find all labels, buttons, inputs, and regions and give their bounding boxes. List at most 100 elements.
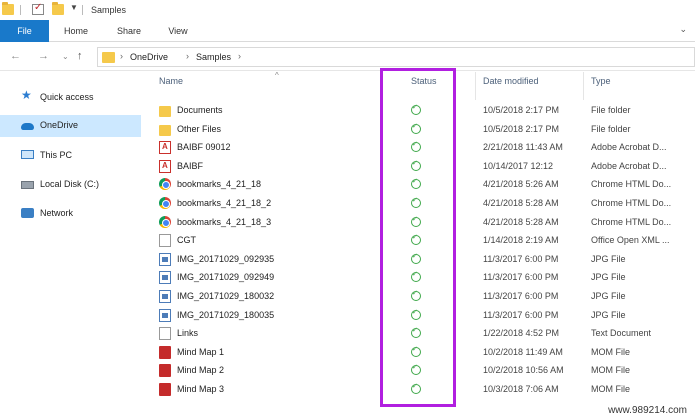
file-type: File folder bbox=[591, 123, 631, 134]
window-title: Samples bbox=[91, 5, 127, 15]
file-name: IMG_20171029_180032 bbox=[177, 291, 275, 301]
up-icon[interactable]: ↑ bbox=[77, 50, 83, 62]
column-header-name[interactable]: Name bbox=[159, 76, 183, 86]
file-type: File folder bbox=[591, 105, 631, 115]
chrome-icon bbox=[159, 197, 171, 209]
file-type: JPG File bbox=[591, 272, 626, 283]
file-type: MOM File bbox=[591, 384, 630, 394]
file-name: IMG_20171029_092949 bbox=[177, 272, 275, 283]
separator bbox=[82, 5, 83, 15]
sidebar-item-label: Network bbox=[40, 208, 74, 218]
chevron-right-icon[interactable]: › bbox=[120, 51, 123, 61]
file-name: Mind Map 1 bbox=[177, 346, 225, 357]
status-column-highlight bbox=[380, 68, 456, 407]
pdf-icon bbox=[159, 159, 171, 173]
file-date-modified: 11/3/2017 6:00 PM bbox=[483, 291, 559, 301]
sidebar-item-label: OneDrive bbox=[40, 120, 79, 130]
tab-home[interactable]: Home bbox=[55, 20, 97, 42]
sidebar-item-label: Local Disk (C:) bbox=[40, 179, 100, 189]
address-bar: ← → ⌄ ↑ › OneDrive › Samples › bbox=[0, 43, 695, 71]
file-type: MOM File bbox=[591, 346, 630, 357]
file-type: Chrome HTML Do... bbox=[591, 198, 672, 208]
folder-icon bbox=[159, 124, 171, 136]
file-name: BAIBF bbox=[177, 160, 204, 171]
chevron-right-icon[interactable]: › bbox=[238, 51, 241, 61]
chrome-icon bbox=[159, 215, 171, 228]
file-date-modified: 4/21/2018 5:26 AM bbox=[483, 179, 559, 190]
folder-icon bbox=[102, 52, 115, 63]
file-name: bookmarks_4_21_18_3 bbox=[177, 216, 272, 227]
chevron-right-icon[interactable]: › bbox=[186, 51, 189, 61]
file-date-modified: 10/5/2018 2:17 PM bbox=[483, 105, 560, 115]
file-date-modified: 4/21/2018 5:28 AM bbox=[483, 216, 559, 227]
file-name: Mind Map 3 bbox=[177, 384, 225, 394]
file-name: BAIBF 09012 bbox=[177, 142, 231, 153]
file-name: IMG_20171029_180035 bbox=[177, 309, 275, 320]
file-name: Documents bbox=[177, 105, 223, 115]
recent-locations-icon[interactable]: ⌄ bbox=[62, 52, 69, 61]
forward-icon[interactable]: → bbox=[38, 50, 49, 62]
image-icon bbox=[159, 252, 171, 266]
back-icon[interactable]: ← bbox=[10, 50, 21, 62]
folder-icon bbox=[159, 106, 171, 117]
file-type: Office Open XML ... bbox=[591, 235, 670, 246]
sidebar-item-onedrive[interactable]: OneDrive bbox=[0, 115, 141, 137]
column-divider[interactable] bbox=[475, 72, 476, 100]
file-type: Chrome HTML Do... bbox=[591, 179, 672, 190]
computer-icon bbox=[21, 150, 34, 159]
mind-map-icon bbox=[159, 364, 171, 378]
title-bar: ▼ Samples bbox=[0, 0, 695, 20]
mind-map-icon bbox=[159, 383, 171, 396]
column-header-date-modified[interactable]: Date modified bbox=[483, 76, 539, 86]
file-name: IMG_20171029_092935 bbox=[177, 253, 275, 264]
sidebar-item-this-pc[interactable]: This PC bbox=[0, 145, 141, 167]
file-type: JPG File bbox=[591, 309, 626, 320]
address-box[interactable]: › OneDrive › Samples › bbox=[97, 47, 695, 67]
tab-view[interactable]: View bbox=[157, 20, 199, 42]
file-date-modified: 11/3/2017 6:00 PM bbox=[483, 272, 559, 283]
separator bbox=[20, 5, 21, 15]
sort-ascending-icon: ^ bbox=[275, 71, 279, 80]
pdf-icon bbox=[159, 141, 171, 155]
navigation-pane: ★ Quick access OneDrive This PC Local Di… bbox=[0, 72, 141, 419]
breadcrumb-onedrive[interactable]: OneDrive bbox=[130, 52, 168, 62]
file-name: bookmarks_4_21_18_2 bbox=[177, 198, 272, 208]
file-date-modified: 10/5/2018 2:17 PM bbox=[483, 123, 560, 134]
cloud-icon bbox=[21, 123, 34, 130]
sidebar-item-quick-access[interactable]: ★ Quick access bbox=[0, 87, 141, 109]
file-name: Other Files bbox=[177, 123, 222, 134]
file-date-modified: 10/14/2017 12:12 bbox=[483, 160, 554, 171]
sidebar-item-local-disk[interactable]: Local Disk (C:) bbox=[0, 174, 141, 196]
image-icon bbox=[159, 308, 171, 322]
file-date-modified: 1/22/2018 4:52 PM bbox=[483, 328, 560, 339]
ribbon: File Home Share View ⌄ bbox=[0, 20, 695, 42]
tab-file[interactable]: File bbox=[0, 20, 49, 42]
file-type: Adobe Acrobat D... bbox=[591, 160, 667, 171]
column-header-type[interactable]: Type bbox=[591, 76, 611, 86]
file-name: CGT bbox=[177, 235, 196, 246]
file-type: MOM File bbox=[591, 365, 630, 376]
file-name: bookmarks_4_21_18 bbox=[177, 179, 262, 190]
file-name: Mind Map 2 bbox=[177, 365, 225, 376]
breadcrumb-samples[interactable]: Samples bbox=[196, 52, 231, 62]
file-date-modified: 1/14/2018 2:19 AM bbox=[483, 235, 559, 246]
new-folder-icon[interactable] bbox=[52, 2, 64, 15]
mind-map-icon bbox=[159, 345, 171, 359]
file-type: JPG File bbox=[591, 253, 626, 264]
file-type: JPG File bbox=[591, 291, 626, 301]
file-name: Links bbox=[177, 328, 199, 339]
sidebar-item-label: This PC bbox=[40, 150, 73, 160]
file-date-modified: 11/3/2017 6:00 PM bbox=[483, 309, 559, 320]
sidebar-item-network[interactable]: Network bbox=[0, 203, 141, 225]
file-type: Text Document bbox=[591, 328, 652, 339]
folder-icon bbox=[2, 2, 14, 15]
file-date-modified: 10/2/2018 10:56 AM bbox=[483, 365, 564, 376]
tab-share[interactable]: Share bbox=[108, 20, 150, 42]
properties-icon[interactable] bbox=[32, 2, 44, 15]
column-divider[interactable] bbox=[583, 72, 584, 100]
expand-ribbon-icon[interactable]: ⌄ bbox=[679, 24, 687, 35]
file-date-modified: 2/21/2018 11:43 AM bbox=[483, 142, 563, 153]
file-date-modified: 11/3/2017 6:00 PM bbox=[483, 253, 559, 264]
quick-access-dropdown-icon[interactable]: ▼ bbox=[70, 3, 78, 12]
document-icon bbox=[159, 234, 171, 248]
